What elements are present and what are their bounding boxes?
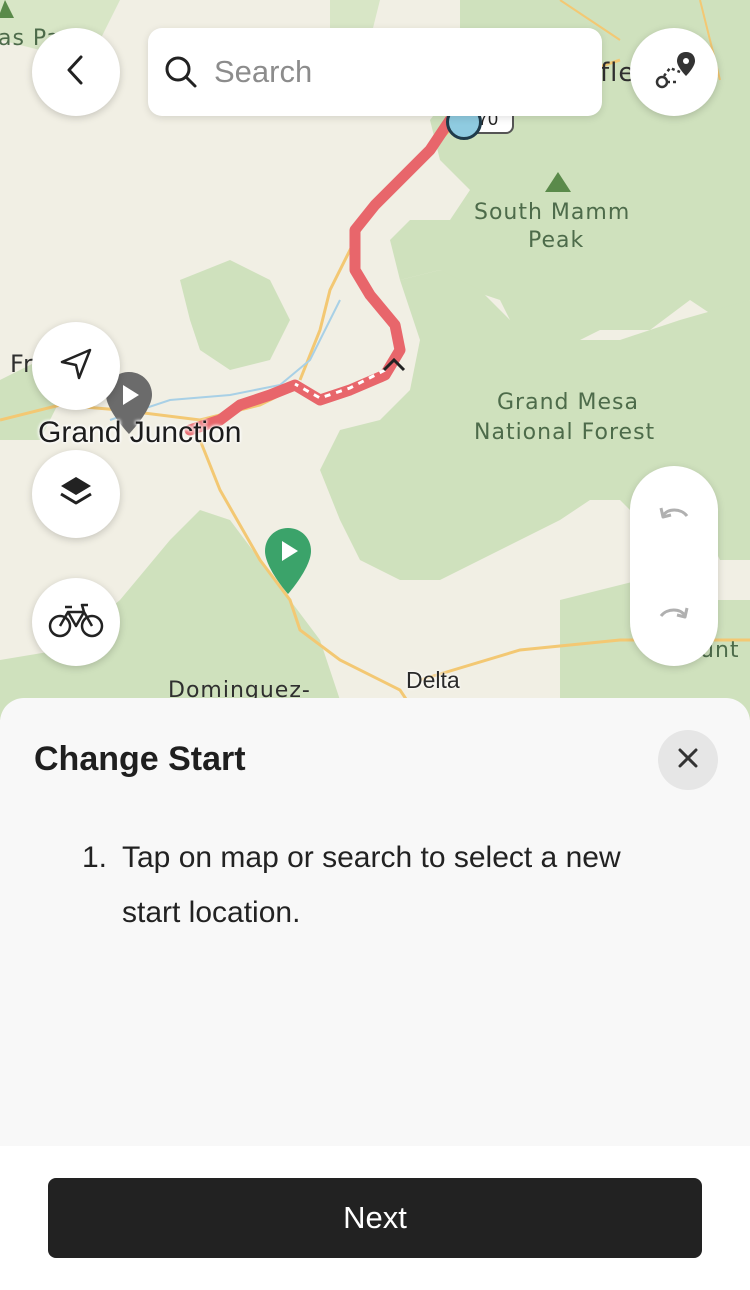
map-label-mountain: South Mamm <box>474 200 631 225</box>
next-button[interactable]: Next <box>48 1178 702 1258</box>
search-bar[interactable] <box>148 28 602 116</box>
route-planner-button[interactable] <box>630 28 718 116</box>
close-icon <box>677 747 699 774</box>
step-text: Tap on map or search to select a new sta… <box>122 841 621 929</box>
close-button[interactable] <box>658 730 718 790</box>
step-number: 1. <box>82 841 108 874</box>
layers-button[interactable] <box>32 450 120 538</box>
start-pin[interactable] <box>265 528 311 594</box>
map-label-forest: Grand Mesa <box>497 390 639 415</box>
instruction-step: 1. Tap on map or search to select a new … <box>82 830 702 940</box>
navigation-arrow-icon <box>58 346 94 387</box>
undo-icon <box>657 502 691 531</box>
route-pin-icon <box>652 50 696 95</box>
back-button[interactable] <box>32 28 120 116</box>
search-icon <box>164 55 198 89</box>
my-location-button[interactable] <box>32 322 120 410</box>
layers-icon <box>57 473 95 516</box>
change-start-sheet: Change Start 1. Tap on map or search to … <box>0 698 750 1146</box>
search-input[interactable] <box>212 53 576 91</box>
map-label-mountain-line2: Peak <box>528 228 585 253</box>
undo-button[interactable] <box>630 466 718 566</box>
footer: Next <box>0 1146 750 1290</box>
sheet-title: Change Start <box>34 740 246 778</box>
chevron-left-icon <box>61 53 91 92</box>
activity-type-button[interactable] <box>32 578 120 666</box>
map-label-left: Fr <box>10 350 34 378</box>
instruction-list: 1. Tap on map or search to select a new … <box>82 830 702 940</box>
redo-icon <box>657 602 691 631</box>
bicycle-icon <box>48 602 104 643</box>
redo-button[interactable] <box>630 566 718 666</box>
map-label-forest-line2: National Forest <box>474 420 656 445</box>
map-label-delta: Delta <box>406 667 460 693</box>
map-label-city: Grand Junction <box>38 416 242 449</box>
undo-redo-control <box>630 466 718 666</box>
